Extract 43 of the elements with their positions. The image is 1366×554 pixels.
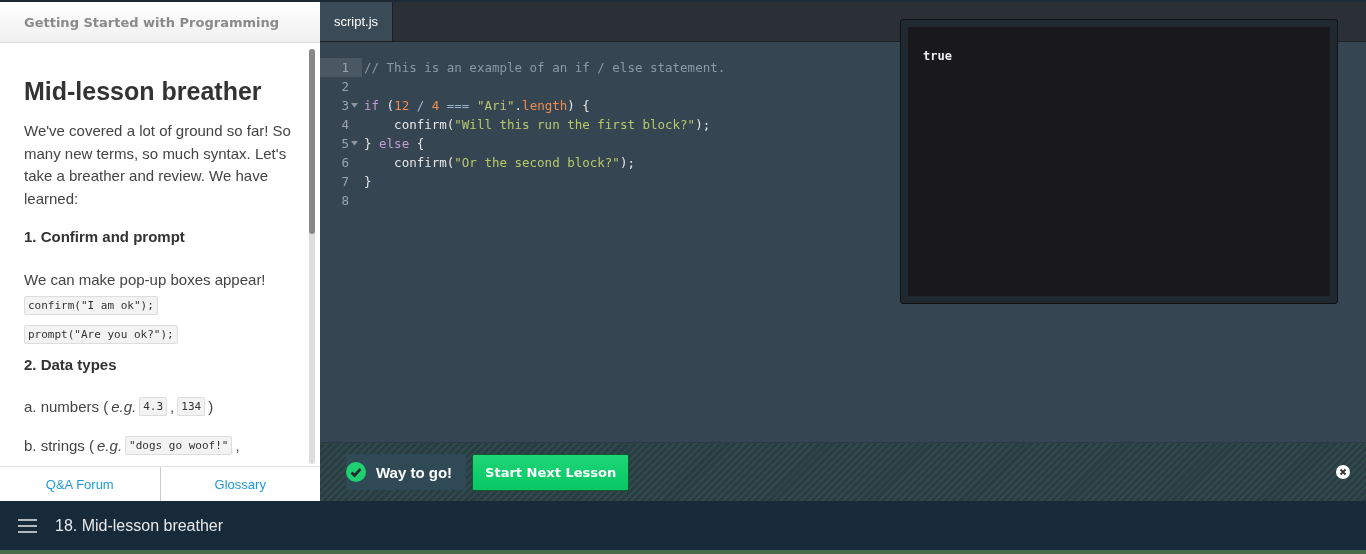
line-number: 4: [341, 117, 349, 132]
start-next-lesson-button[interactable]: Start Next Lesson: [472, 453, 630, 491]
menu-icon[interactable]: [18, 518, 37, 533]
footer-link[interactable]: Q&A Forum: [0, 467, 160, 501]
line-number: 2: [341, 79, 349, 94]
line-number: 3: [341, 98, 349, 113]
lesson-text: ): [208, 397, 214, 415]
code-line: if (12 / 4 === "Ari".length) {: [363, 98, 590, 113]
line-number: 1: [341, 60, 349, 75]
code-snippet: confirm("I am ok");: [24, 295, 158, 315]
lesson-text: e.g.: [97, 436, 123, 454]
success-message: Way to go!: [376, 463, 453, 481]
lesson-text: b. strings (: [24, 436, 95, 454]
fold-arrow-icon[interactable]: [351, 141, 358, 146]
section-heading: 2. Data types: [24, 355, 118, 373]
lesson-name: 18. Mid-lesson breather: [55, 516, 224, 535]
lesson-text: ,: [235, 436, 240, 454]
output-text: true: [923, 49, 952, 63]
code-line: } else {: [363, 136, 425, 151]
close-icon[interactable]: [1336, 465, 1350, 479]
scrollbar[interactable]: [309, 49, 315, 464]
code-line: }: [363, 174, 372, 189]
lesson-text: e.g.: [111, 397, 137, 415]
check-icon: [346, 462, 366, 482]
code-snippet: prompt("Are you ok?");: [24, 324, 178, 344]
lesson-text: ,: [170, 397, 175, 415]
line-number: 8: [341, 193, 349, 208]
lesson-paragraph: We can make pop-up boxes appear!: [24, 270, 267, 290]
code-line: confirm("Will this run the first block?");: [393, 117, 711, 132]
line-number: 5: [341, 136, 349, 151]
inline-code: "dogs go woof!": [125, 435, 233, 455]
file-tab[interactable]: script.js: [320, 2, 394, 41]
fold-arrow-icon[interactable]: [351, 103, 358, 108]
code-line: // This is an example of an if / else statement.: [363, 60, 726, 75]
lesson-text: a. numbers (: [24, 397, 109, 415]
inline-code: 134: [177, 396, 206, 416]
inline-code: 4.3: [139, 396, 168, 416]
section-heading: 1. Confirm and prompt: [24, 228, 186, 245]
line-number: 7: [341, 174, 349, 189]
code-line: confirm("Or the second block?");: [393, 155, 635, 170]
lesson-title: Mid-lesson breather: [24, 77, 263, 106]
line-number: 6: [341, 155, 349, 170]
lesson-paragraph: We've covered a lot of ground so far! So many new terms, so much syntax. Let's take a breather and review. We have learned:: [24, 121, 292, 209]
